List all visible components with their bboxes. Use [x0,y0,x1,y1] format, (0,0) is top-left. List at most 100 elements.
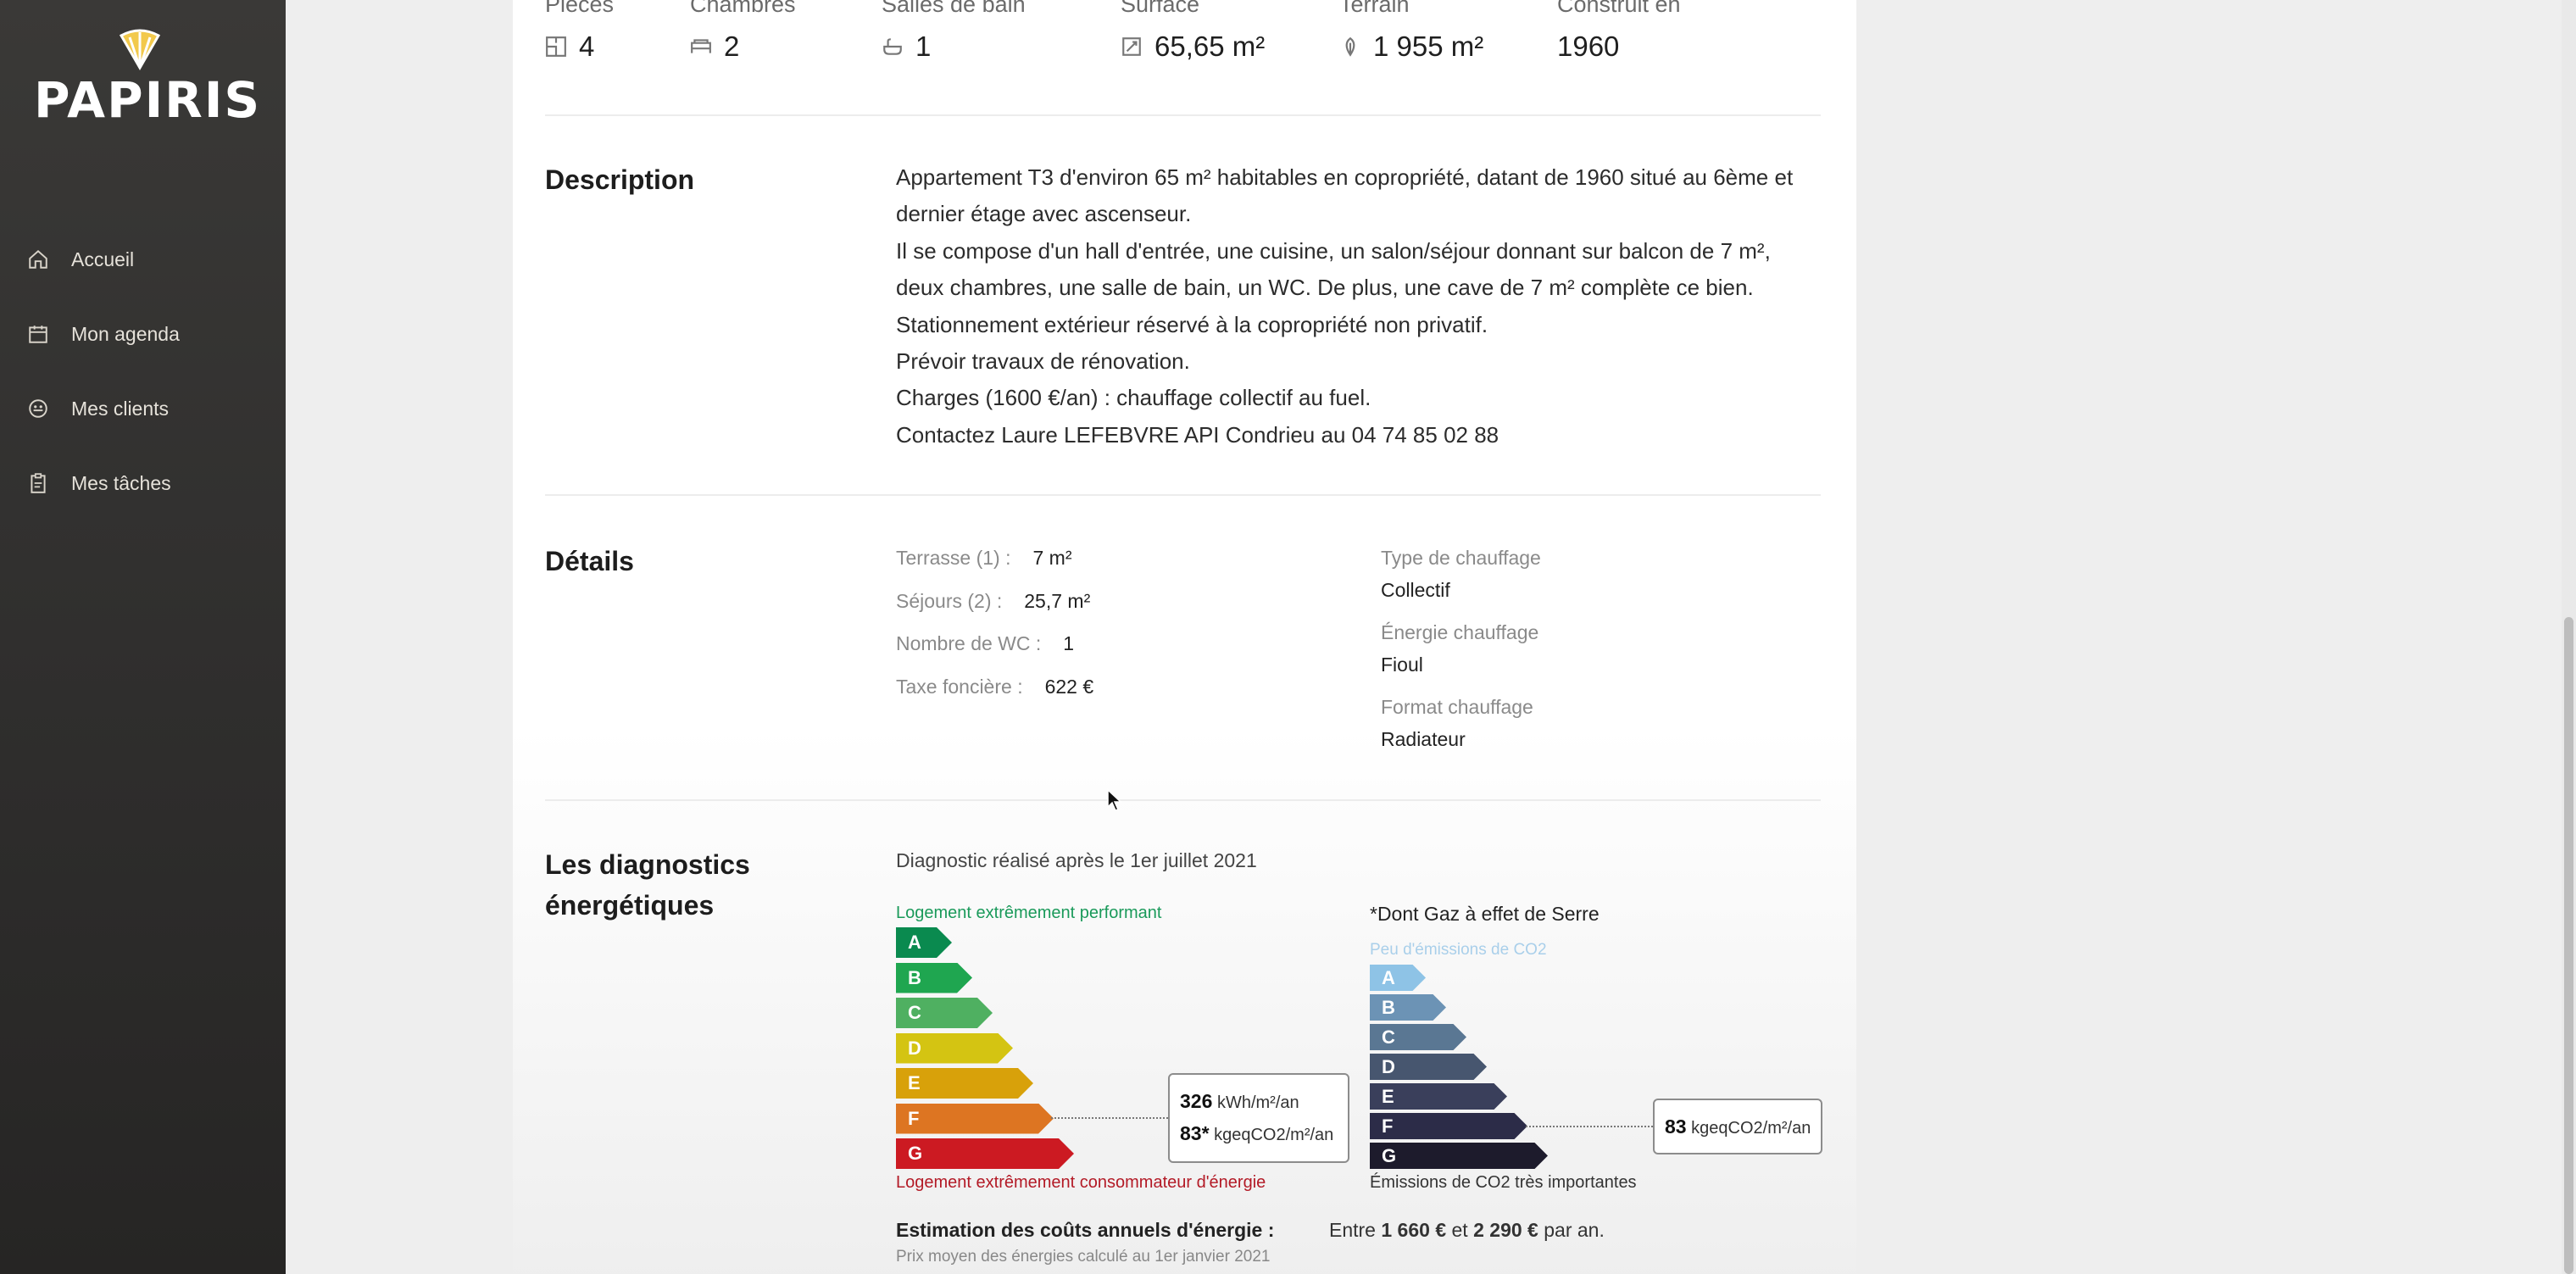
sidebar-item-label: Mon agenda [71,322,180,345]
papiris-logo[interactable]: PAPIRIS [34,24,259,129]
energy-class-letter: E [1382,1086,1394,1107]
stat-label: Salles de bain [882,0,1026,17]
energy-class-e-bar: E [896,1068,1033,1099]
energy-class-letter: B [1382,997,1395,1018]
scrollbar-thumb[interactable] [2564,617,2573,1274]
detail-value: Radiateur [1381,728,1466,750]
stat-label: Construit en [1557,0,1681,17]
calendar-icon [27,323,49,345]
clients-icon [27,398,49,420]
bed-icon [690,36,712,58]
brand-name: PAPIRIS [34,71,262,129]
sidebar-item-taches[interactable]: Mes tâches [0,446,286,520]
stat-value: 4 [579,31,595,62]
stat-label: Terrain [1339,0,1410,17]
cost-prefix: Entre [1329,1219,1376,1241]
energy-class-letter: D [908,1037,921,1059]
energy-cost-note: Prix moyen des énergies calculé au 1er j… [896,1248,1271,1266]
detail-value: 25,7 m² [1024,590,1091,612]
ges-bottom-label: Émissions de CO2 très importantes [1370,1173,1637,1192]
description-line: Stationnement extérieur réservé à la cop… [896,311,1488,337]
home-icon [27,248,49,270]
detail-key: Énergie chauffage [1381,621,1539,643]
ges-pointer-line [1526,1126,1653,1127]
ges-title: *Dont Gaz à effet de Serre [1370,903,1600,925]
detail-key: Format chauffage [1381,696,1533,718]
ges-top-label: Peu d'émissions de CO2 [1370,941,1547,959]
detail-key: Taxe foncière : [896,676,1023,698]
ges-value-star: 83* [1180,1122,1210,1144]
detail-key: Séjours (2) : [896,590,1003,612]
description-title: Description [545,164,695,195]
description-line: Appartement T3 d'environ 65 m² habitable… [896,164,1794,227]
diagnostic-date-note: Diagnostic réalisé après le 1er juillet … [896,849,1257,871]
detail-key: Terrasse (1) : [896,547,1011,569]
energy-class-letter: C [908,1002,921,1023]
description-text: Appartement T3 d'environ 65 m² habitable… [896,159,1811,453]
divider [545,114,1821,116]
energy-class-f-bar: F [1370,1113,1527,1139]
energy-class-letter: G [1382,1145,1397,1166]
rooms-icon [545,36,567,58]
energy-class-d-bar: D [1370,1054,1487,1080]
detail-value: 1 [1063,632,1075,654]
stat-value-row: 65,65 m² [1121,31,1265,63]
stat-value-row: 4 [545,31,594,63]
energy-class-g-bar: G [896,1138,1074,1169]
fan-logo-icon [119,29,161,70]
diagnostics-title: Les diagnostics énergétiques [545,844,750,926]
energy-unit: kWh/m²/an [1216,1093,1299,1112]
sidebar-item-label: Mes clients [71,397,170,420]
description-line: Contactez Laure LEFEBVRE API Condrieu au… [896,421,1499,448]
details-title: Détails [545,546,634,576]
mouse-cursor-icon [1107,788,1122,811]
sidebar-item-agenda[interactable]: Mon agenda [0,297,286,371]
stat-label: Surface [1121,0,1200,17]
detail-wc: Nombre de WC : 1 [896,632,1074,655]
sidebar-item-accueil[interactable]: Accueil [0,222,286,297]
stat-value: 2 [724,31,740,62]
detail-terrasse: Terrasse (1) : 7 m² [896,547,1071,570]
energy-value: 326 [1180,1090,1213,1112]
stat-value-row: 1960 [1557,31,1619,63]
detail-value: 7 m² [1032,547,1072,569]
description-line: Prévoir travaux de rénovation. [896,348,1190,375]
stat-value-row: 2 [690,31,739,63]
dpe-top-label: Logement extrêmement performant [896,904,1162,922]
diagnostics-title-line: énergétiques [545,890,715,921]
dpe-value-box: 326 kWh/m²/an 83* kgeqCO2/m²/an [1168,1073,1349,1163]
detail-value: 622 € [1044,676,1094,698]
energy-class-letter: E [908,1072,921,1093]
bath-icon [882,36,904,58]
energy-class-g-bar: G [1370,1143,1548,1169]
ges-value-box: 83 kgeqCO2/m²/an [1653,1099,1822,1154]
stat-value-row: 1 955 m² [1339,31,1483,63]
energy-class-letter: C [1382,1026,1395,1048]
sidebar-nav: Accueil Mon agenda Mes clients Mes tâche… [0,222,286,520]
energy-class-f-bar: F [896,1104,1054,1134]
clipboard-icon [27,472,49,494]
detail-value: Fioul [1381,654,1423,676]
diagnostics-title-line: Les diagnostics [545,849,750,880]
energy-class-b-bar: B [1370,994,1446,1021]
cost-min: 1 660 € [1381,1219,1447,1241]
energy-class-letter: G [908,1143,923,1164]
stat-value-row: 1 [882,31,931,63]
detail-value: Collectif [1381,579,1450,601]
divider [545,799,1821,801]
energy-cost-range: Entre 1 660 € et 2 290 € par an. [1329,1219,1605,1242]
energy-class-e-bar: E [1370,1083,1507,1110]
energy-class-c-bar: C [1370,1024,1466,1050]
ges-unit: kgeqCO2/m²/an [1691,1119,1811,1138]
detail-key: Type de chauffage [1381,547,1541,569]
divider [545,494,1821,496]
energy-class-letter: F [1382,1115,1394,1137]
leaf-icon [1339,36,1361,58]
description-line: Charges (1600 €/an) : chauffage collecti… [896,385,1371,411]
detail-key: Nombre de WC : [896,632,1042,654]
ges-unit: kgeqCO2/m²/an [1214,1126,1334,1144]
energy-class-c-bar: C [896,998,993,1028]
sidebar-item-clients[interactable]: Mes clients [0,371,286,446]
energy-cost-label: Estimation des coûts annuels d'énergie : [896,1219,1275,1241]
energy-class-b-bar: B [896,963,972,993]
